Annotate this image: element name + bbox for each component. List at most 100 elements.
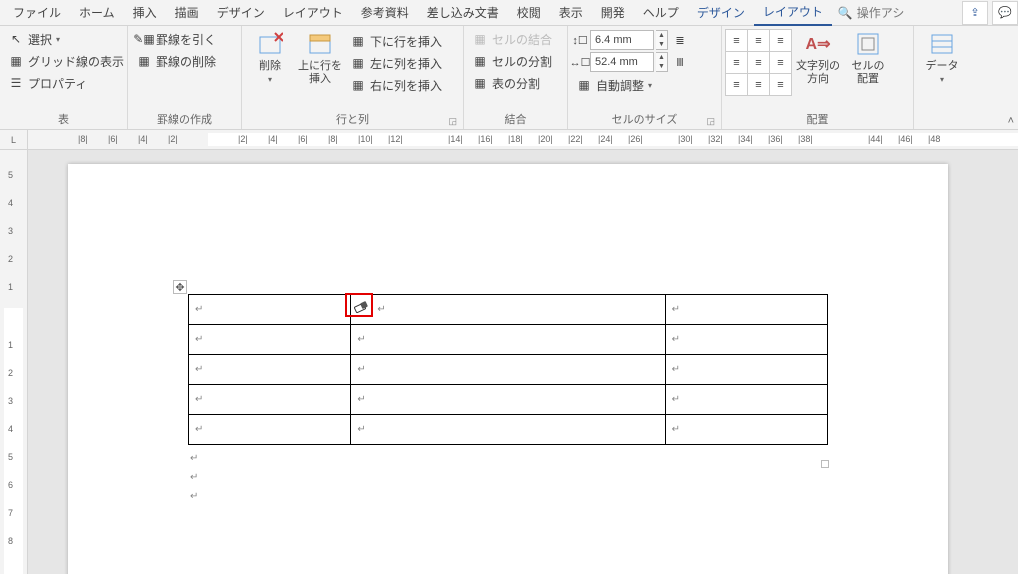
merge-icon: ▦ [472,31,488,47]
insert-left-button[interactable]: ▦ 左に列を挿入 [346,52,446,74]
dialog-launcher-icon[interactable]: ◲ [448,116,457,127]
table-move-handle[interactable]: ✥ [173,280,187,294]
merge-label: セルの結合 [492,31,552,48]
cell-margins-button[interactable]: セルの 配置 [844,28,892,85]
split-table-button[interactable]: ▦ 表の分割 [468,72,556,94]
tab-table-layout[interactable]: レイアウト [754,0,832,26]
align-top-left[interactable]: ≡ [725,29,748,52]
align-bot-center[interactable]: ≡ [747,73,770,96]
text-direction-icon: A⇒ [804,30,832,58]
table-cell[interactable]: ↵ [351,295,665,325]
insert-below-label: 下に行を挿入 [370,33,442,50]
properties-button[interactable]: ☰ プロパティ [4,72,128,94]
draw-border-button[interactable]: ✎▦ 罫線を引く [132,28,220,50]
table-cell[interactable]: ↵ [351,355,665,385]
table-cell[interactable]: ↵ [665,385,827,415]
distribute-rows-button[interactable]: ≣ [670,30,690,50]
group-label-data [918,125,968,129]
delete-label: 削除 [259,60,281,73]
data-button[interactable]: データ ▾ [918,28,966,84]
comments-button[interactable]: 💬 [992,1,1018,25]
text-direction-button[interactable]: A⇒ 文字列の 方向 [794,28,842,85]
autofit-button[interactable]: ▦ 自動調整 ▾ [572,74,690,96]
dialog-launcher-icon[interactable]: ◲ [706,116,715,127]
vertical-ruler[interactable]: 5 4 3 2 1 1 2 3 4 5 6 7 8 [0,150,28,574]
align-mid-right[interactable]: ≡ [769,51,792,74]
paragraph-mark[interactable]: ↵ [188,491,828,502]
tab-view[interactable]: 表示 [550,0,592,25]
collapse-ribbon-icon[interactable]: ˄ [1008,115,1014,127]
col-width-input[interactable]: 52.4 mm [590,52,654,72]
table-cell[interactable]: ↵ [189,415,351,445]
cell-margins-icon [854,30,882,58]
row-height-spinner[interactable]: ▲▼ [656,30,668,50]
view-gridlines-button[interactable]: ▦ グリッド線の表示 [4,50,128,72]
paragraph-mark[interactable]: ↵ [188,472,828,483]
distribute-cols-button[interactable]: Ⅲ [670,52,690,72]
document-table[interactable]: ↵ ↵ ↵ ↵ ↵ ↵ ↵ ↵ [188,294,828,445]
table-row: ↵ ↵ ↵ [189,385,828,415]
erase-border-button[interactable]: ▦ 罫線の削除 [132,50,220,72]
data-label: データ [926,60,959,73]
tab-layout[interactable]: レイアウト [274,0,352,25]
tab-home[interactable]: ホーム [70,0,124,25]
select-button[interactable]: ↖ 選択 ▾ [4,28,128,50]
table-cell[interactable]: ↵ [665,295,827,325]
align-bot-left[interactable]: ≡ [725,73,748,96]
table-cell[interactable]: ↵ [351,385,665,415]
table-cell[interactable]: ↵ [665,325,827,355]
tab-review[interactable]: 校閲 [508,0,550,25]
data-icon [928,30,956,58]
tab-file[interactable]: ファイル [4,0,70,25]
horizontal-ruler[interactable]: L |8| |6| |4| |2| |2| |4| |6| |8| |10| |… [0,130,1018,150]
tell-me-search[interactable]: 🔍 操作アシ [832,4,910,21]
tab-table-design[interactable]: デザイン [688,0,754,25]
tab-insert[interactable]: 挿入 [124,0,166,25]
row-height-input[interactable]: 6.4 mm [590,30,654,50]
insert-left-icon: ▦ [350,55,366,71]
insert-above-button[interactable]: 上に行を 挿入 [296,28,344,85]
insert-below-button[interactable]: ▦ 下に行を挿入 [346,30,446,52]
share-icon: ⇪ [970,6,979,19]
delete-button[interactable]: 削除 ▾ [246,28,294,84]
col-width-icon: ↔☐ [572,54,588,70]
text-direction-label: 文字列の 方向 [796,60,840,85]
split-table-label: 表の分割 [492,75,540,92]
align-top-center[interactable]: ≡ [747,29,770,52]
document-page[interactable]: ✥ ↵ ↵ ↵ ↵ ↵ ↵ [68,164,948,574]
group-label-table: 表 [4,109,123,129]
table-cell[interactable]: ↵ [351,325,665,355]
tab-design[interactable]: デザイン [208,0,274,25]
table-cell[interactable]: ↵ [665,355,827,385]
split-cells-button[interactable]: ▦ セルの分割 [468,50,556,72]
align-mid-center[interactable]: ≡ [747,51,770,74]
cursor-icon: ↖ [8,31,24,47]
align-bot-right[interactable]: ≡ [769,73,792,96]
align-top-right[interactable]: ≡ [769,29,792,52]
tab-draw[interactable]: 描画 [166,0,208,25]
align-mid-left[interactable]: ≡ [725,51,748,74]
tab-references[interactable]: 参考資料 [352,0,418,25]
table-cell[interactable]: ↵ [665,415,827,445]
table-cell[interactable]: ↵ [189,325,351,355]
insert-below-icon: ▦ [350,33,366,49]
table-cell[interactable]: ↵ [351,415,665,445]
tab-selector[interactable]: L [0,130,28,149]
table-cell[interactable]: ↵ [189,355,351,385]
tab-mailings[interactable]: 差し込み文書 [418,0,508,25]
table-row: ↵ ↵ ↵ [189,415,828,445]
distribute-rows-icon: ≣ [675,34,684,47]
split-icon: ▦ [472,53,488,69]
table-resize-handle[interactable] [821,460,829,468]
erase-label: 罫線の削除 [156,53,216,70]
table-row: ↵ ↵ ↵ [189,295,828,325]
paragraph-mark[interactable]: ↵ [188,453,828,464]
table-cell[interactable]: ↵ [189,385,351,415]
col-width-spinner[interactable]: ▲▼ [656,52,668,72]
tab-developer[interactable]: 開発 [592,0,634,25]
tab-help[interactable]: ヘルプ [634,0,688,25]
share-button[interactable]: ⇪ [962,1,988,25]
insert-right-button[interactable]: ▦ 右に列を挿入 [346,74,446,96]
table-cell[interactable]: ↵ [189,295,351,325]
search-icon: 🔍 [838,6,853,20]
